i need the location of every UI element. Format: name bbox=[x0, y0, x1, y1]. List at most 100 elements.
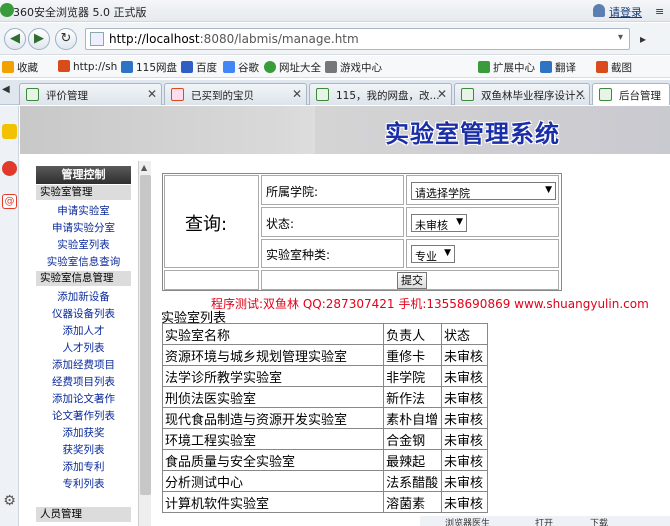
fav-item-favorites[interactable]: 收藏 bbox=[2, 60, 38, 75]
back-icon[interactable]: ◀ bbox=[4, 28, 26, 50]
address-bar[interactable]: http://localhost:8080/labmis/manage.htm … bbox=[85, 28, 630, 50]
close-icon[interactable]: ✕ bbox=[292, 87, 302, 101]
tab-scroll-left-icon[interactable]: ◀ bbox=[2, 84, 10, 95]
menu-item-device-list[interactable]: 仪器设备列表 bbox=[36, 306, 131, 321]
fav-item-screenshot[interactable]: 截图 bbox=[596, 60, 632, 75]
menu-item-lab-query[interactable]: 实验室信息查询 bbox=[36, 254, 131, 269]
lab-name[interactable]: 食品质量与安全实验室 bbox=[161, 449, 385, 471]
menu-item-award-list[interactable]: 获奖列表 bbox=[36, 442, 131, 457]
user-icon[interactable] bbox=[593, 4, 605, 17]
menu-group-staff[interactable]: 人员管理 bbox=[36, 507, 131, 522]
menu-item-patent-list[interactable]: 专利列表 bbox=[36, 476, 131, 491]
lab-status: 未审核 bbox=[441, 449, 488, 471]
menu-group-lab-info[interactable]: 实验室信息管理 bbox=[36, 271, 131, 286]
menu-item-add-paper[interactable]: 添加论文著作 bbox=[36, 391, 131, 406]
browser-sidebar: @ ⚙ bbox=[0, 106, 19, 526]
chevron-down-icon: ▼ bbox=[444, 248, 451, 258]
table-row[interactable]: 刑侦法医实验室 新作法 未审核 bbox=[161, 386, 488, 408]
menu-header: 管理控制 bbox=[36, 166, 131, 184]
status-select[interactable]: 未审核 ▼ bbox=[411, 214, 467, 232]
site-icon bbox=[264, 61, 276, 73]
menu-item-lab-list[interactable]: 实验室列表 bbox=[36, 237, 131, 252]
tab-shuangyulin[interactable]: 双鱼林毕业程序设计... ✕ bbox=[454, 83, 590, 105]
status-doctor[interactable]: 浏览器医生 bbox=[445, 516, 490, 526]
fav-item-sh[interactable]: http://sh bbox=[58, 60, 117, 73]
college-select[interactable]: 请选择学院 ▼ bbox=[411, 182, 556, 200]
login-link[interactable]: 请登录 bbox=[609, 4, 642, 20]
status-bar: 浏览器医生 打开 下载 bbox=[420, 516, 670, 526]
table-header-row: 实验室名称 负责人 状态 bbox=[161, 323, 488, 345]
gamepad-icon bbox=[325, 61, 337, 73]
url-dropdown-icon[interactable]: ▾ bbox=[618, 32, 623, 43]
menu-item-funding-list[interactable]: 经费项目列表 bbox=[36, 374, 131, 389]
menu-item-talent-list[interactable]: 人才列表 bbox=[36, 340, 131, 355]
star-icon[interactable] bbox=[2, 124, 17, 139]
mail-icon[interactable]: @ bbox=[2, 194, 17, 209]
table-row[interactable]: 计算机软件实验室 溶菌素 未审核 bbox=[161, 491, 488, 513]
tab-purchased[interactable]: 已买到的宝贝 ✕ bbox=[164, 83, 307, 105]
query-label-cell: 查询: bbox=[164, 175, 259, 268]
close-icon[interactable]: ✕ bbox=[575, 87, 585, 101]
menu-scrollbar[interactable]: ▲ bbox=[138, 161, 151, 526]
puzzle-icon bbox=[478, 61, 490, 73]
tab-review[interactable]: 评价管理 ✕ bbox=[19, 83, 162, 105]
close-icon[interactable]: ✕ bbox=[437, 87, 447, 101]
status-download[interactable]: 下载 bbox=[590, 516, 608, 526]
fav-item-baidu[interactable]: 百度 bbox=[181, 60, 217, 75]
tools-icon[interactable]: ▸ bbox=[640, 32, 646, 46]
site-banner: 实验室管理系统 bbox=[20, 106, 670, 154]
lab-name[interactable]: 刑侦法医实验室 bbox=[161, 386, 385, 408]
menu-item-paper-list[interactable]: 论文著作列表 bbox=[36, 408, 131, 423]
menu-item-add-talent[interactable]: 添加人才 bbox=[36, 323, 131, 338]
tab-bar: 评价管理 ✕ 已买到的宝贝 ✕ 115，我的网盘，改... ✕ 双鱼林毕业程序设计..… bbox=[0, 80, 670, 105]
menu-item-apply-lab[interactable]: 申请实验室 bbox=[36, 203, 131, 218]
forward-icon[interactable]: ▶ bbox=[28, 28, 50, 50]
gear-icon[interactable]: ⚙ bbox=[2, 494, 17, 509]
tester-info: 程序测试:双鱼林 QQ:287307421 手机:13558690869 www… bbox=[211, 297, 649, 311]
lab-name[interactable]: 现代食品制造与资源开发实验室 bbox=[161, 407, 385, 429]
menu-icon[interactable]: ≡ bbox=[655, 5, 664, 18]
admin-menu: 管理控制 实验室管理 申请实验室 申请实验分室 实验室列表 实验室信息查询 实验… bbox=[36, 166, 131, 526]
lab-name[interactable]: 环境工程实验室 bbox=[161, 428, 385, 450]
table-row[interactable]: 食品质量与安全实验室 最辣起 未审核 bbox=[161, 449, 488, 471]
table-row[interactable]: 现代食品制造与资源开发实验室 素朴自增 未审核 bbox=[161, 407, 488, 429]
lab-name[interactable]: 分析测试中心 bbox=[161, 470, 385, 492]
lab-manager: 法系醋酸 bbox=[383, 470, 443, 492]
url-text[interactable]: http://localhost:8080/labmis/manage.htm bbox=[109, 32, 359, 46]
navigation-bar: ◀ ▶ ↻ http://localhost:8080/labmis/manag… bbox=[0, 23, 670, 55]
scroll-up-icon[interactable]: ▲ bbox=[141, 163, 147, 172]
tab-admin[interactable]: 后台管理 bbox=[592, 83, 670, 105]
fav-item-extensions[interactable]: 扩展中心 bbox=[478, 60, 535, 75]
fav-item-games[interactable]: 游戏中心 bbox=[325, 60, 382, 75]
weibo-icon[interactable] bbox=[2, 161, 17, 176]
table-row[interactable]: 资源环境与城乡规划管理实验室 重修卡 未审核 bbox=[161, 344, 488, 366]
fav-item-115[interactable]: 115网盘 bbox=[121, 60, 177, 75]
tab-115[interactable]: 115，我的网盘，改... ✕ bbox=[309, 83, 452, 105]
lab-name[interactable]: 计算机软件实验室 bbox=[161, 491, 385, 513]
refresh-icon[interactable]: ↻ bbox=[55, 28, 77, 50]
submit-button[interactable]: 提交 bbox=[397, 272, 427, 289]
lab-status: 未审核 bbox=[441, 470, 488, 492]
type-select[interactable]: 专业 ▼ bbox=[411, 245, 455, 263]
chevron-down-icon: ▼ bbox=[545, 185, 552, 195]
header-status: 状态 bbox=[441, 323, 488, 345]
table-row[interactable]: 环境工程实验室 合金钢 未审核 bbox=[161, 428, 488, 450]
table-row[interactable]: 法学诊所教学实验室 非学院 未审核 bbox=[161, 365, 488, 387]
status-open[interactable]: 打开 bbox=[535, 516, 553, 526]
menu-item-add-device[interactable]: 添加新设备 bbox=[36, 289, 131, 304]
menu-item-apply-sublab[interactable]: 申请实验分室 bbox=[36, 220, 131, 235]
menu-item-add-funding[interactable]: 添加经费项目 bbox=[36, 357, 131, 372]
favorites-bar: 收藏 http://sh 115网盘 百度 谷歌 网址大全 游戏中心 扩展中心 … bbox=[0, 56, 670, 78]
table-row[interactable]: 分析测试中心 法系醋酸 未审核 bbox=[161, 470, 488, 492]
menu-item-add-award[interactable]: 添加获奖 bbox=[36, 425, 131, 440]
close-icon[interactable]: ✕ bbox=[147, 87, 157, 101]
fav-item-google[interactable]: 谷歌 bbox=[223, 60, 259, 75]
menu-item-add-patent[interactable]: 添加专利 bbox=[36, 459, 131, 474]
menu-group-lab[interactable]: 实验室管理 bbox=[36, 185, 131, 200]
fav-item-translate[interactable]: 翻译 bbox=[540, 60, 576, 75]
google-icon bbox=[223, 61, 235, 73]
fav-item-hao[interactable]: 网址大全 bbox=[264, 60, 321, 75]
scroll-thumb[interactable] bbox=[140, 175, 151, 495]
lab-name[interactable]: 资源环境与城乡规划管理实验室 bbox=[161, 344, 385, 366]
lab-name[interactable]: 法学诊所教学实验室 bbox=[161, 365, 385, 387]
